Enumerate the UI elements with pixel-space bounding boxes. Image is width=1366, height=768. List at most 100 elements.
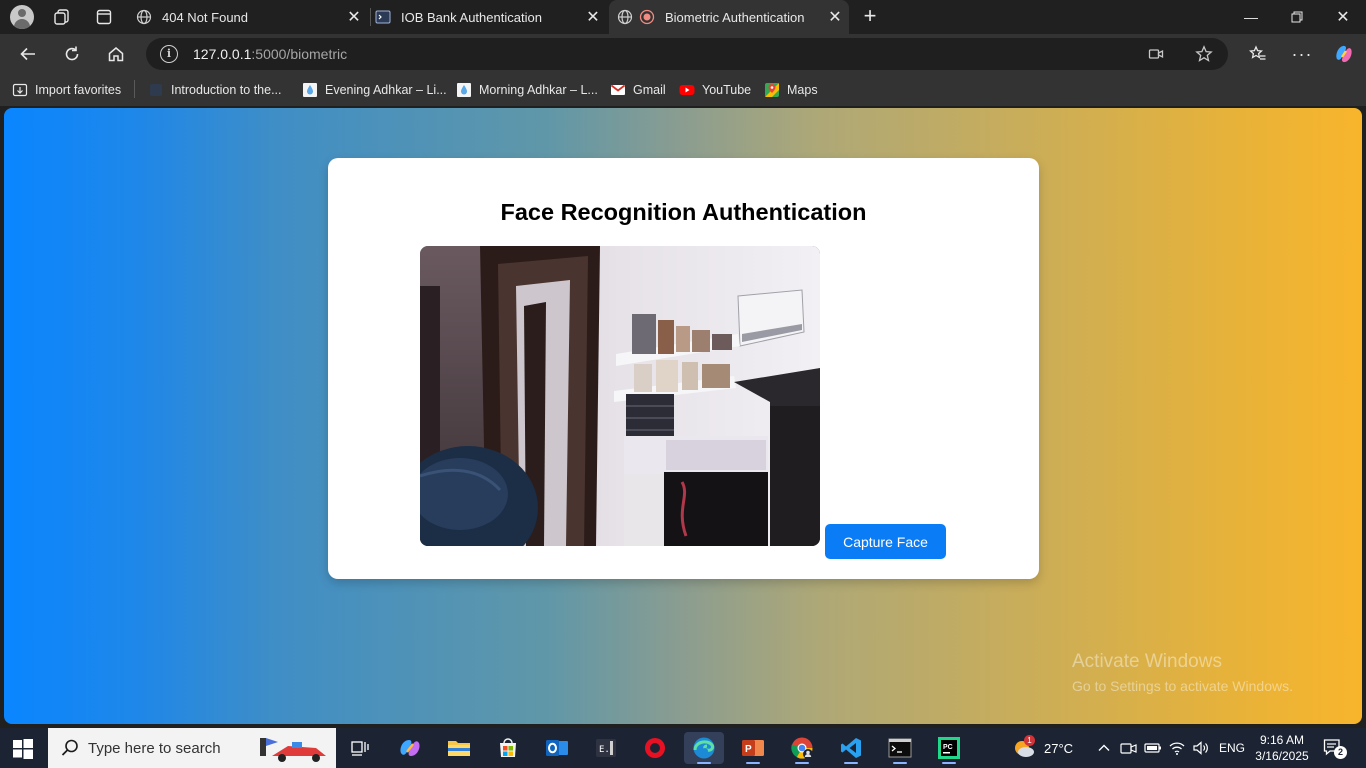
fav-label: Introduction to the...	[171, 83, 282, 97]
fav-youtube[interactable]: YouTube	[679, 81, 751, 99]
weather-temp: 27°C	[1044, 740, 1074, 756]
fav-evening-adhkar[interactable]: Evening Adhkar – Li...	[302, 81, 447, 99]
workspaces-icon[interactable]	[50, 5, 74, 29]
drop-icon	[456, 82, 472, 98]
notification-center[interactable]: 2	[1323, 728, 1347, 768]
tab-title: IOB Bank Authentication	[401, 9, 542, 25]
maps-icon	[764, 82, 780, 98]
terminal-app-icon[interactable]: E.	[586, 732, 626, 764]
powerpoint-icon[interactable]: P	[733, 732, 773, 764]
microsoft-store-icon[interactable]	[488, 732, 528, 764]
wifi-icon[interactable]	[1168, 728, 1186, 768]
site-info-icon[interactable]: i	[160, 45, 178, 63]
url-text[interactable]: 127.0.0.1:5000/biometric	[193, 46, 347, 62]
weather-badge: 1	[1024, 735, 1035, 746]
camera-tray-icon[interactable]	[1120, 728, 1138, 768]
svg-text:PC: PC	[943, 744, 953, 751]
task-view-icon[interactable]	[340, 732, 380, 764]
page-title: Face Recognition Authentication	[500, 199, 867, 225]
site-icon	[148, 82, 164, 98]
fav-label: Import favorites	[35, 83, 122, 97]
fav-maps[interactable]: Maps	[764, 81, 818, 99]
terminal-icon	[375, 9, 391, 25]
file-explorer-icon[interactable]	[439, 732, 479, 764]
fav-gmail[interactable]: Gmail	[610, 81, 666, 99]
favorites-icon[interactable]	[1244, 40, 1272, 68]
vscode-icon[interactable]	[831, 732, 871, 764]
tab-404[interactable]: 404 Not Found ✕	[128, 0, 368, 34]
weather-widget[interactable]: 1 27°C	[1012, 728, 1073, 768]
recording-icon	[639, 9, 655, 25]
chrome-icon[interactable]	[782, 732, 822, 764]
globe-icon	[136, 9, 152, 25]
fav-introduction[interactable]: Introduction to the...	[148, 81, 282, 99]
notification-icon: 2	[1323, 738, 1347, 759]
new-tab-button[interactable]: +	[858, 5, 882, 29]
page-viewport: Face Recognition Authentication Capture …	[4, 108, 1362, 724]
taskbar-clock[interactable]: 9:16 AM 3/16/2025	[1254, 732, 1310, 764]
edge-browser-icon[interactable]	[684, 732, 724, 764]
drop-icon	[302, 82, 318, 98]
svg-text:E.: E.	[599, 745, 610, 755]
tab-strip: 404 Not Found ✕ IOB Bank Authentication …	[0, 0, 1366, 34]
search-placeholder: Type here to search	[88, 739, 221, 757]
restore-button[interactable]	[1274, 0, 1320, 34]
more-menu-icon[interactable]: ···	[1288, 40, 1316, 68]
fav-label: Maps	[787, 83, 818, 97]
volume-icon[interactable]	[1192, 728, 1210, 768]
favorites-bar: Import favorites Introduction to the... …	[0, 74, 1366, 106]
command-prompt-icon[interactable]	[880, 732, 920, 764]
back-button[interactable]	[14, 40, 42, 68]
copilot-icon[interactable]	[1330, 40, 1358, 68]
activate-windows-title: Activate Windows	[1072, 651, 1222, 672]
weather-icon: 1	[1012, 735, 1036, 759]
fav-label: Morning Adhkar – L...	[479, 83, 598, 97]
fav-label: YouTube	[702, 83, 752, 97]
svg-text:P: P	[745, 744, 752, 755]
battery-icon[interactable]	[1144, 728, 1162, 768]
pycharm-icon[interactable]: PC	[929, 732, 969, 764]
refresh-button[interactable]	[58, 40, 86, 68]
capture-face-button[interactable]: Capture Face	[825, 524, 946, 559]
record-app-icon[interactable]	[635, 732, 675, 764]
copilot-taskbar-icon[interactable]	[390, 732, 430, 764]
import-icon	[12, 82, 28, 98]
fav-import-favorites[interactable]: Import favorites	[12, 81, 121, 99]
clock-time: 9:16 AM	[1259, 733, 1305, 747]
close-tab-icon[interactable]: ✕	[581, 5, 605, 29]
language-indicator[interactable]: ENG	[1219, 728, 1245, 768]
auth-card: Face Recognition Authentication Capture …	[328, 158, 1039, 579]
close-tab-icon[interactable]: ✕	[342, 5, 366, 29]
windows-start-icon[interactable]	[12, 738, 34, 760]
youtube-icon	[679, 82, 695, 98]
camera-in-use-icon[interactable]	[1146, 44, 1166, 64]
tab-iob-bank[interactable]: IOB Bank Authentication ✕	[367, 0, 607, 34]
fav-morning-adhkar[interactable]: Morning Adhkar – L...	[456, 81, 598, 99]
close-tab-icon[interactable]: ✕	[823, 5, 847, 29]
globe-icon	[617, 9, 633, 25]
home-button[interactable]	[102, 40, 130, 68]
show-hidden-icons[interactable]	[1096, 728, 1112, 768]
tab-title: Biometric Authentication	[665, 9, 805, 25]
taskbar: Type here to search E. P PC 1 27°C ENG 9…	[0, 728, 1366, 768]
fav-label: Evening Adhkar – Li...	[325, 83, 447, 97]
favorites-divider	[134, 80, 135, 98]
search-icon	[60, 738, 80, 758]
gmail-icon	[610, 82, 626, 98]
tab-actions-icon[interactable]	[92, 5, 116, 29]
outlook-icon[interactable]	[537, 732, 577, 764]
camera-video-feed	[420, 246, 820, 546]
navigation-bar: i 127.0.0.1:5000/biometric ···	[0, 34, 1366, 74]
address-bar[interactable]: i 127.0.0.1:5000/biometric	[146, 38, 1228, 70]
close-window-button[interactable]: ✕	[1320, 0, 1366, 34]
tab-title: 404 Not Found	[162, 9, 249, 25]
minimize-button[interactable]: —	[1228, 0, 1274, 34]
profile-avatar[interactable]	[10, 5, 34, 29]
activate-windows-subtitle: Go to Settings to activate Windows.	[1072, 678, 1293, 694]
taskbar-search[interactable]: Type here to search	[48, 728, 336, 768]
search-highlight-icon	[258, 732, 330, 764]
notification-count: 2	[1334, 746, 1347, 759]
favorite-star-icon[interactable]	[1194, 44, 1214, 64]
fav-label: Gmail	[633, 83, 666, 97]
tab-biometric[interactable]: Biometric Authentication ✕	[609, 0, 849, 34]
